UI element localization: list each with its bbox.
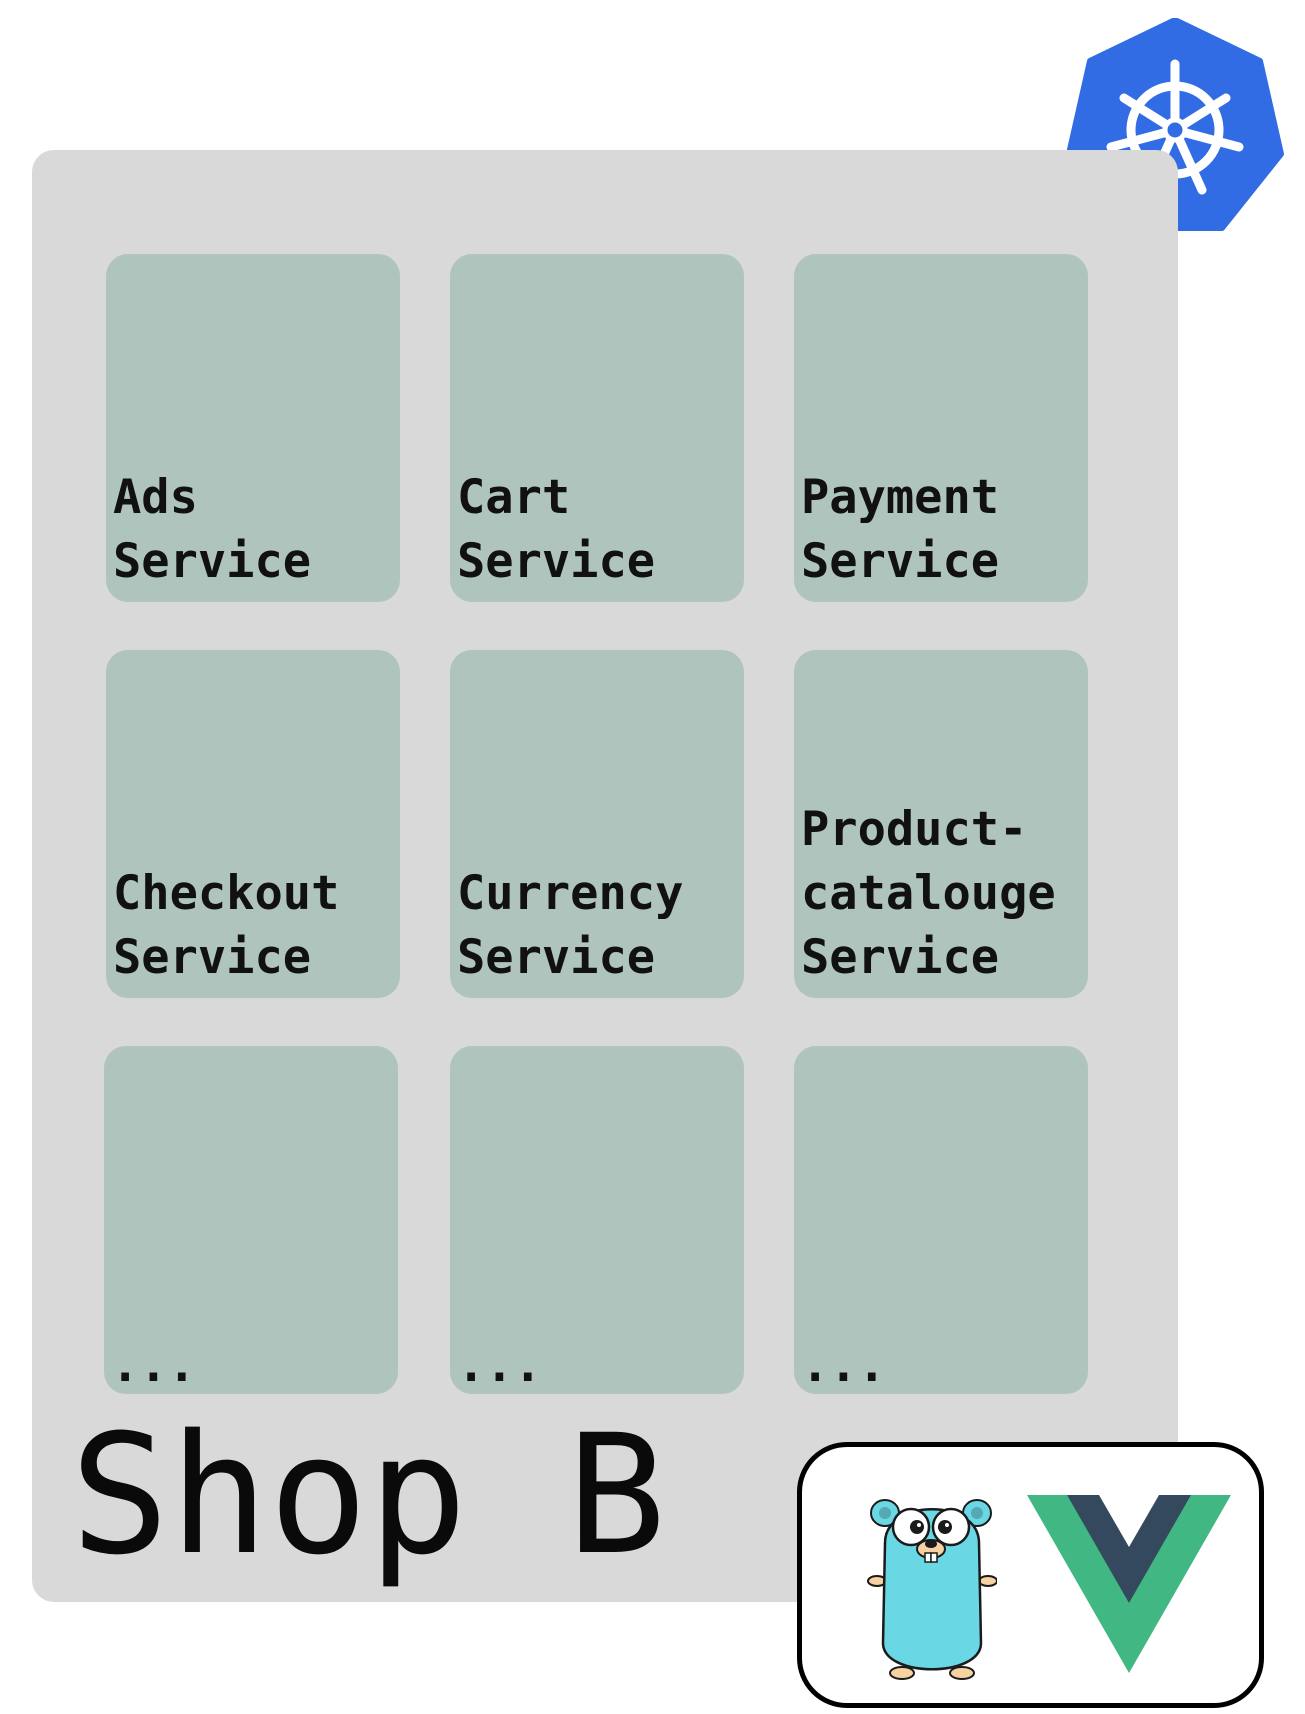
payment-service-box: Payment Service [794,254,1088,602]
service-label: Product- catalouge Service [801,802,1056,985]
shop-title: Shop B [70,1399,667,1591]
checkout-service-box: Checkout Service [106,650,400,998]
ellipsis-label: ... [111,1338,196,1393]
vue-icon [1027,1495,1231,1675]
product-catalogue-service-box: Product- catalouge Service [794,650,1088,998]
ads-service-box: Ads Service [106,254,400,602]
ellipsis-label: ... [801,1338,886,1393]
ellipsis-label: ... [457,1338,542,1393]
currency-service-box: Currency Service [450,650,744,998]
service-label: Currency Service [457,866,684,985]
more-service-box: ... [104,1046,398,1394]
cart-service-box: Cart Service [450,254,744,602]
service-label: Payment Service [801,470,1000,589]
more-service-box: ... [450,1046,744,1394]
more-service-box: ... [794,1046,1088,1394]
tech-stack-box [797,1442,1264,1708]
go-gopher-icon [867,1483,998,1683]
service-label: Cart Service [457,470,656,589]
service-label: Ads Service [113,470,312,589]
service-label: Checkout Service [113,866,340,985]
shop-cluster: Ads Service Cart Service Payment Service… [32,150,1178,1602]
